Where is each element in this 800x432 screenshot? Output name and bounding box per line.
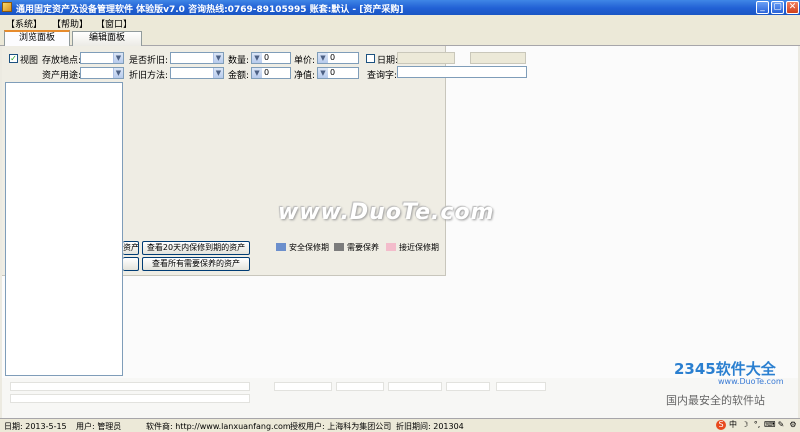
chevron-down-icon: ▼	[113, 53, 123, 63]
punctuation-icon[interactable]: °,	[752, 420, 762, 430]
summary-cell	[388, 382, 442, 391]
quantity-label: 数量:	[228, 56, 250, 66]
chevron-down-icon: ▼	[213, 53, 223, 63]
usage-select[interactable]: ▼	[80, 67, 124, 79]
location-label: 存放地点:	[42, 56, 82, 66]
view-expiring-20-days-button[interactable]: 查看20天内保修到期的资产	[142, 241, 250, 255]
status-date: 日期: 2013-5-15	[4, 422, 67, 431]
minimize-button[interactable]: _	[756, 1, 769, 14]
search-input[interactable]	[397, 66, 527, 78]
legend-near-warranty: 接近保修期	[386, 241, 444, 253]
view-label: 视图	[20, 56, 39, 66]
menu-bar: 【系统】 【帮助】 【窗口】	[0, 15, 800, 30]
quantity-stepper[interactable]: ▼ 0	[251, 52, 291, 64]
legend-safe-warranty: 安全保修期	[276, 241, 332, 253]
keyboard-icon[interactable]: ⌨	[764, 420, 776, 430]
partial-hidden-button[interactable]	[123, 257, 139, 271]
chevron-down-icon: ▼	[213, 68, 223, 78]
tab-strip: 浏览面板 编辑面板	[0, 29, 800, 47]
title-bar: 通用固定资产及设备管理软件 体验版v7.0 咨询热线:0769-89105995…	[0, 0, 800, 15]
restore-button[interactable]: ▢	[771, 1, 784, 14]
brand-name: 2345软件大全	[674, 360, 776, 378]
summary-cell	[446, 382, 490, 391]
method-select[interactable]: ▼	[170, 67, 224, 79]
date-checkbox[interactable]	[366, 54, 375, 63]
moon-icon[interactable]: ☽	[740, 420, 750, 430]
amount-stepper[interactable]: ▼ 0	[251, 67, 291, 79]
date-to-field[interactable]	[470, 52, 526, 64]
summary-cell	[10, 394, 250, 403]
search-label: 查询字:	[367, 71, 398, 81]
window-title: 通用固定资产及设备管理软件 体验版v7.0 咨询热线:0769-89105995…	[16, 5, 404, 15]
view-checkbox[interactable]: ✓	[9, 54, 18, 63]
gear-icon[interactable]: ⚙	[788, 420, 798, 430]
chevron-down-icon: ▼	[318, 68, 328, 78]
net-value-label: 净值:	[294, 71, 316, 81]
watermark-text: www.DuoTe.com	[278, 200, 495, 225]
legend-swatch	[276, 243, 286, 251]
view-assets-partial-button[interactable]: 资产	[123, 241, 139, 255]
view-needs-maintenance-button[interactable]: 查看所有需要保养的资产	[142, 257, 250, 271]
chevron-down-icon: ▼	[252, 53, 262, 63]
price-label: 单价:	[294, 56, 316, 66]
brand-url: www.DuoTe.com	[718, 377, 784, 386]
method-label: 折旧方法:	[129, 71, 169, 81]
legend-swatch	[386, 243, 396, 251]
depreciation-label: 是否折旧:	[129, 56, 169, 66]
net-value-stepper[interactable]: ▼ 0	[317, 67, 359, 79]
ime-chinese-mode-icon[interactable]: 中	[728, 420, 738, 430]
asset-category-list[interactable]	[5, 82, 123, 376]
status-user: 用户: 管理员	[76, 422, 122, 431]
chevron-down-icon: ▼	[252, 68, 262, 78]
location-select[interactable]: ▼	[80, 52, 124, 64]
status-vendor: 软件商: http://www.lanxuanfang.com	[146, 422, 291, 431]
summary-cell	[496, 382, 546, 391]
tab-edit-panel[interactable]: 编辑面板	[72, 31, 142, 46]
chevron-down-icon: ▼	[113, 68, 123, 78]
ime-tray: S 中 ☽ °, ⌨ ✎ ⚙	[716, 420, 798, 432]
amount-label: 金额:	[228, 71, 250, 81]
legend-swatch	[334, 243, 344, 251]
date-label: 日期:	[377, 56, 399, 66]
summary-cell	[274, 382, 332, 391]
chevron-down-icon: ▼	[318, 53, 328, 63]
brand-slogan: 国内最安全的软件站	[666, 394, 765, 407]
close-button[interactable]: ✕	[786, 1, 799, 14]
pen-icon[interactable]: ✎	[776, 420, 786, 430]
summary-cell	[336, 382, 384, 391]
legend-needs-maintenance: 需要保养	[334, 241, 384, 253]
summary-cell	[10, 382, 250, 391]
depreciation-select[interactable]: ▼	[170, 52, 224, 64]
brand-watermark: 2345软件大全 www.DuoTe.com 国内最安全的软件站	[658, 350, 800, 410]
price-stepper[interactable]: ▼ 0	[317, 52, 359, 64]
sogou-s-icon[interactable]: S	[716, 420, 726, 430]
usage-label: 资产用途:	[42, 71, 82, 81]
tab-browse-panel[interactable]: 浏览面板	[4, 30, 70, 47]
status-bar: 日期: 2013-5-15 用户: 管理员 软件商: http://www.la…	[0, 418, 800, 432]
date-from-field[interactable]	[397, 52, 455, 64]
status-licensee: 授权用户: 上海科为集团公司	[290, 422, 392, 431]
status-period: 折旧期间: 201304	[396, 422, 464, 431]
app-icon	[2, 2, 12, 12]
